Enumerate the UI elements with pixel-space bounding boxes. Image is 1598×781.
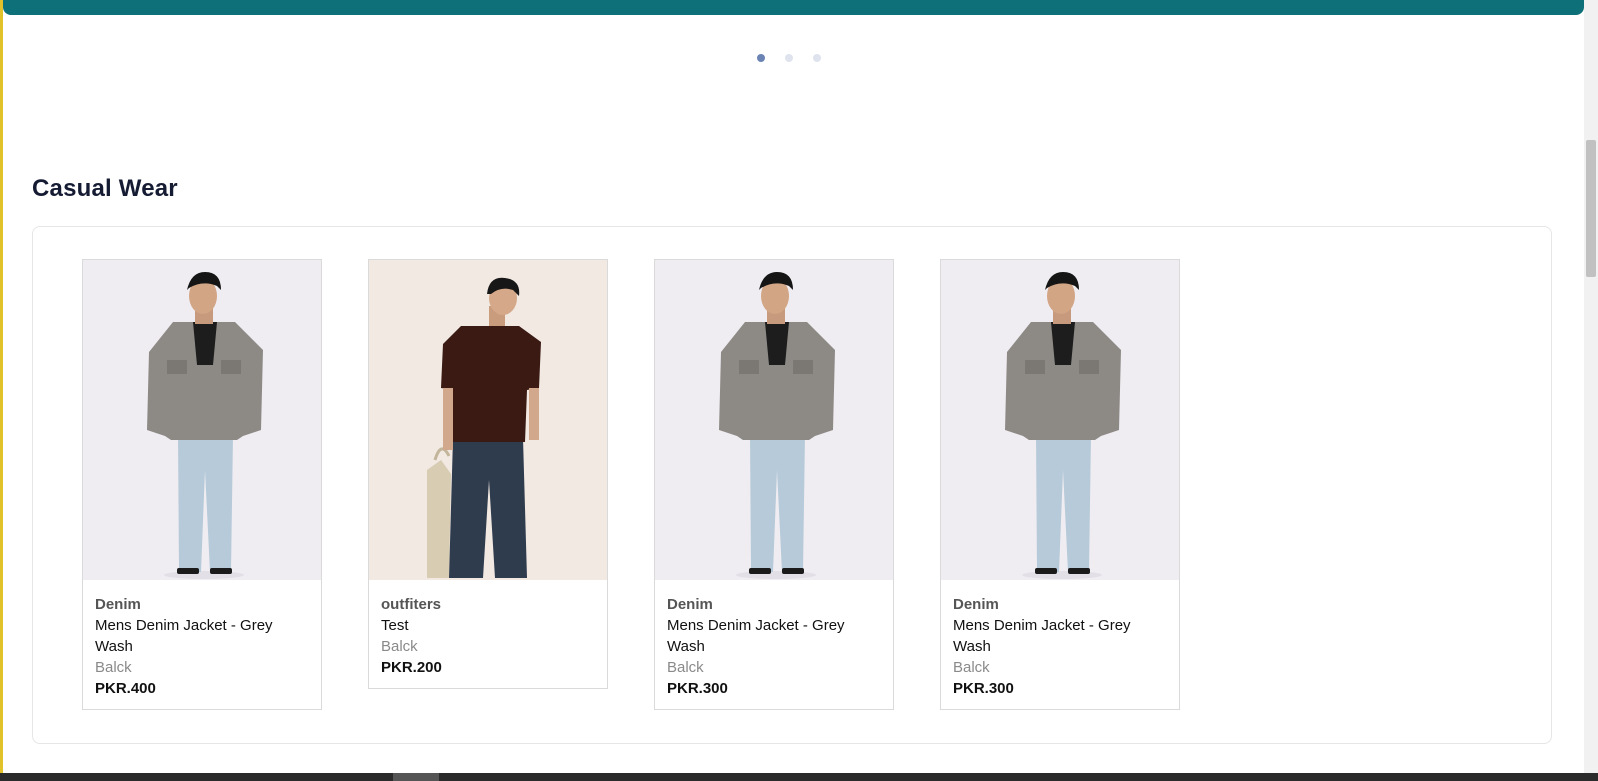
product-card[interactable]: Denim Mens Denim Jacket - Grey Wash Balc… [82, 259, 322, 710]
vertical-scrollbar[interactable] [1584, 0, 1598, 773]
product-color: Balck [667, 659, 704, 676]
product-name[interactable]: Mens Denim Jacket - Grey Wash [953, 615, 1167, 657]
product-name[interactable]: Mens Denim Jacket - Grey Wash [95, 615, 309, 657]
window-edge [0, 0, 3, 781]
product-brand: Denim [667, 596, 713, 613]
product-card[interactable]: outfiters Test Balck PKR.200 [368, 259, 608, 689]
product-brand: Denim [95, 596, 141, 613]
product-color: Balck [381, 638, 418, 655]
product-price: PKR.300 [953, 680, 1014, 697]
scrollbar-thumb[interactable] [1586, 140, 1596, 277]
product-image-brown-tshirt[interactable] [369, 260, 607, 580]
product-name[interactable]: Mens Denim Jacket - Grey Wash [667, 615, 881, 657]
product-card[interactable]: Denim Mens Denim Jacket - Grey Wash Balc… [654, 259, 894, 710]
product-name[interactable]: Test [381, 615, 595, 636]
product-image-denim-jacket[interactable] [941, 260, 1179, 580]
product-card[interactable]: Denim Mens Denim Jacket - Grey Wash Balc… [940, 259, 1180, 710]
product-brand: Denim [953, 596, 999, 613]
taskbar-tab[interactable] [393, 773, 439, 781]
product-price: PKR.300 [667, 680, 728, 697]
product-brand: outfiters [381, 596, 441, 613]
product-price: PKR.200 [381, 659, 442, 676]
carousel-dot-1[interactable] [757, 54, 765, 62]
product-image-denim-jacket[interactable] [655, 260, 893, 580]
section-title: Casual Wear [32, 175, 178, 202]
product-price: PKR.400 [95, 680, 156, 697]
taskbar-strip [0, 773, 1598, 781]
product-image-denim-jacket[interactable] [83, 260, 321, 580]
product-grid: Denim Mens Denim Jacket - Grey Wash Balc… [32, 226, 1552, 744]
carousel-dot-2[interactable] [785, 54, 793, 62]
top-banner [3, 0, 1584, 15]
carousel-dot-3[interactable] [813, 54, 821, 62]
product-color: Balck [95, 659, 132, 676]
carousel-dots [757, 54, 821, 62]
product-color: Balck [953, 659, 990, 676]
